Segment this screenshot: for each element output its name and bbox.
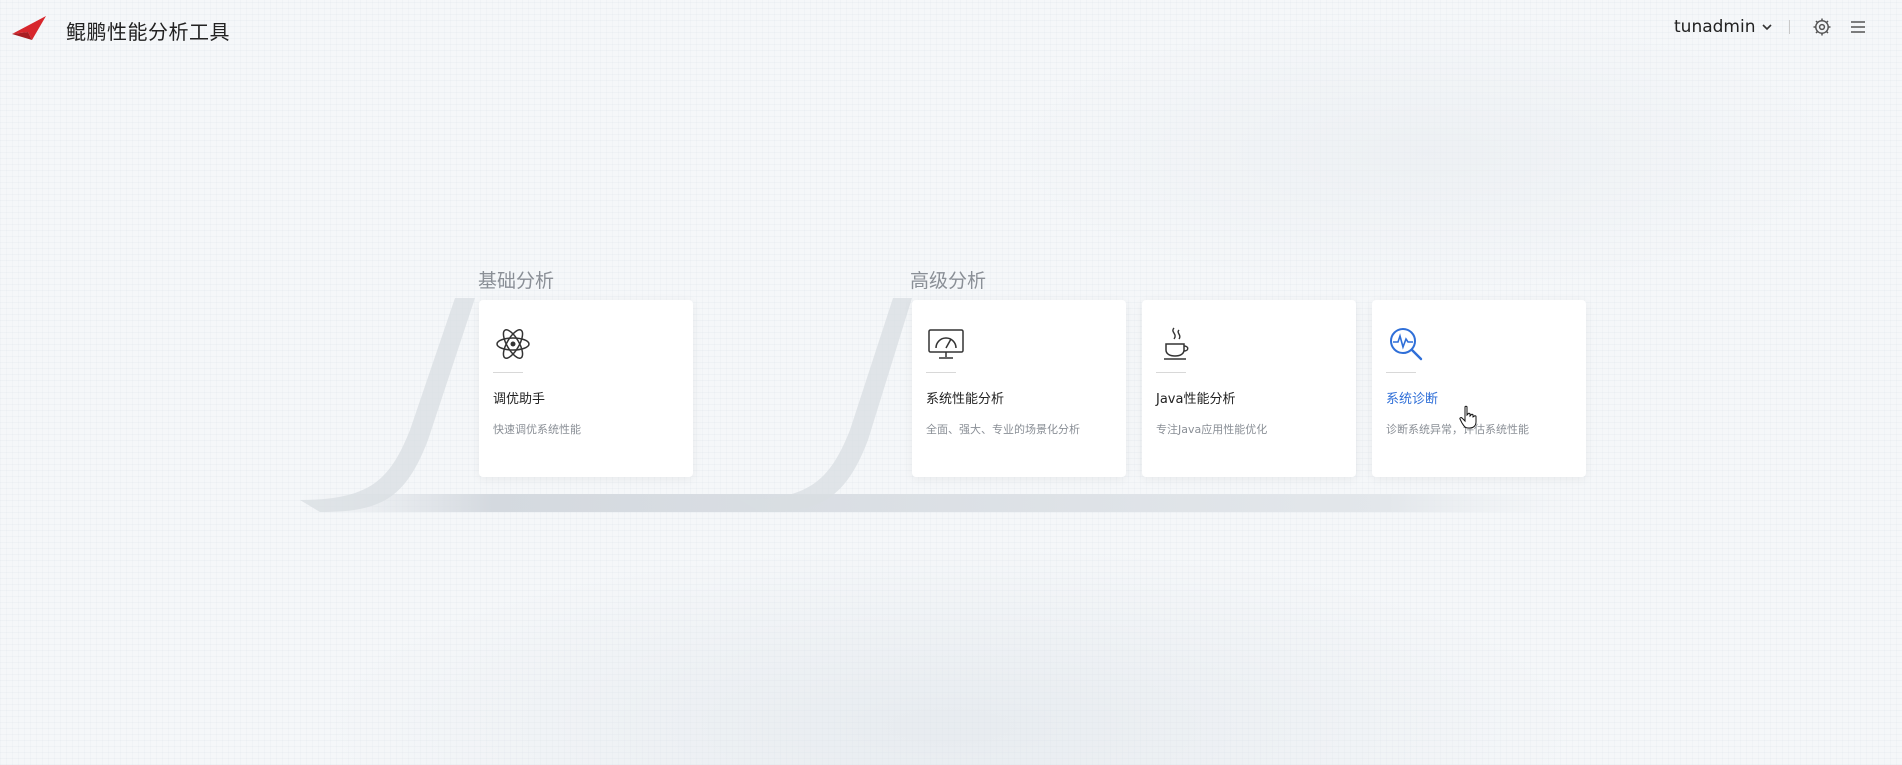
card-description: 快速调优系统性能: [493, 423, 581, 436]
diagnosis-magnifier-icon: [1390, 328, 1423, 361]
top-bar: 鲲鹏性能分析工具 tunadmin: [0, 0, 1902, 56]
card-title: 系统性能分析: [926, 392, 1005, 407]
card-title: Java性能分析: [1156, 392, 1236, 407]
hamburger-menu-icon[interactable]: [1849, 18, 1867, 36]
monitor-gauge-icon: [928, 329, 964, 359]
username: tunadmin: [1674, 17, 1756, 37]
card-description: 专注Java应用性能优化: [1156, 423, 1268, 436]
card-title: 系统诊断: [1386, 392, 1439, 407]
card-system-performance[interactable]: 系统性能分析 全面、强大、专业的场景化分析: [912, 300, 1126, 477]
section-title-basic: 基础分析: [478, 270, 555, 292]
hand-cursor-icon: [1459, 405, 1477, 429]
card-java-performance[interactable]: Java性能分析 专注Java应用性能优化: [1142, 300, 1356, 477]
card-description: 全面、强大、专业的场景化分析: [926, 423, 1080, 436]
user-menu[interactable]: tunadmin: [1674, 17, 1773, 37]
card-separator: [1156, 372, 1186, 373]
card-title: 调优助手: [493, 392, 546, 407]
atom-icon: [496, 329, 530, 359]
kunpeng-logo-icon[interactable]: [10, 10, 48, 44]
chevron-down-icon: [1762, 24, 1773, 31]
gear-icon[interactable]: [1812, 17, 1832, 37]
header-divider: [1789, 20, 1790, 34]
java-cup-icon: [1164, 327, 1189, 360]
card-separator: [926, 372, 956, 373]
card-tuning-assistant[interactable]: 调优助手 快速调优系统性能: [479, 300, 693, 477]
card-description: 诊断系统异常，评估系统性能: [1386, 423, 1529, 436]
card-system-diagnosis[interactable]: 系统诊断 诊断系统异常，评估系统性能: [1372, 300, 1586, 477]
card-separator: [1386, 372, 1416, 373]
app-title: 鲲鹏性能分析工具: [66, 20, 230, 44]
card-separator: [493, 372, 523, 373]
section-title-advanced: 高级分析: [910, 270, 987, 292]
